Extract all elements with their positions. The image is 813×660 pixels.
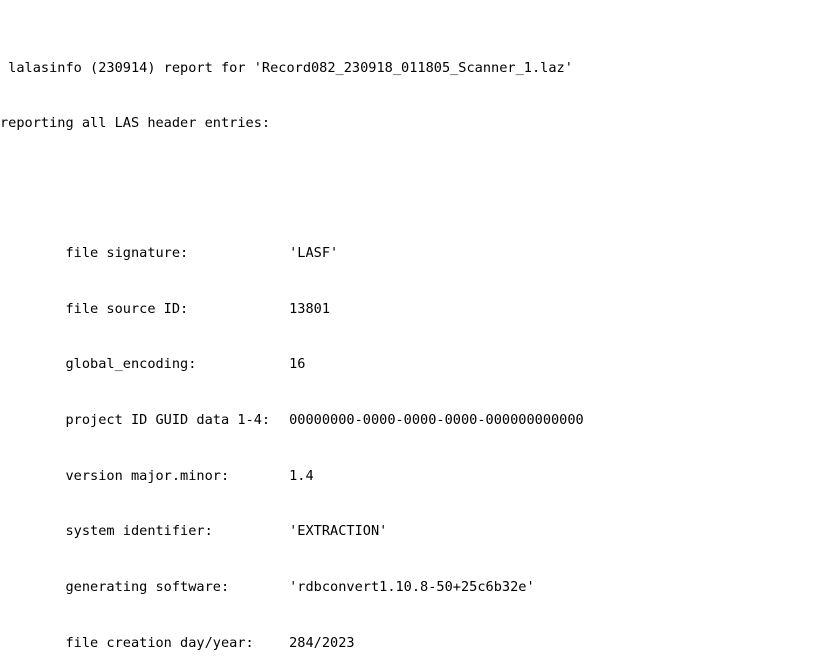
header-entry-value: 1.4 (289, 467, 314, 484)
terminal-output[interactable]: lalasinfo (230914) report for 'Record082… (0, 0, 813, 660)
header-entry-row: version major.minor: 1.4 (0, 448, 813, 484)
header-entry-value: 13801 (289, 300, 331, 317)
header-entry-row: generating software: 'rdbconvert1.10.8-50… (0, 559, 813, 595)
header-entry-row: system identifier: 'EXTRACTION' (0, 504, 813, 539)
header-entry-key: generating software: (49, 578, 230, 595)
header-entry-row: file creation day/year: 284/2023 (0, 615, 813, 651)
header-entry-key: version major.minor: (49, 467, 230, 484)
header-entry-value: 00000000-0000-0000-0000-000000000000 (289, 412, 584, 429)
reporting-scope-line: reporting all LAS header entries: (0, 115, 271, 132)
header-entry-key: project ID GUID data 1-4: (49, 412, 271, 429)
header-entry-value: 16 (289, 356, 306, 373)
header-entry-row: file source ID: 13801 (0, 281, 813, 317)
header-entry-key: file creation day/year: (49, 634, 254, 651)
las-header-entries: file signature: 'LASF' file source ID: 138… (0, 188, 813, 660)
header-entry-row: file signature: 'LASF' (0, 226, 813, 261)
header-entry-key: file signature: (49, 245, 189, 262)
header-entry-value: 284/2023 (289, 634, 355, 651)
header-entry-value: 'EXTRACTION' (289, 523, 388, 540)
report-title-line: lalasinfo (230914) report for 'Record082… (0, 59, 573, 76)
header-entry-key: global_encoding: (49, 356, 197, 373)
header-entry-row: project ID GUID data 1-4: 00000000-0000-0… (0, 392, 813, 428)
header-entry-key: file source ID: (49, 300, 189, 317)
header-entry-key: system identifier: (49, 523, 213, 540)
header-entry-value: 'LASF' (289, 245, 339, 262)
header-entry-value: 'rdbconvert1.10.8-50+25c6b32e' (289, 578, 535, 595)
header-entry-row: global_encoding: 16 (0, 337, 813, 372)
